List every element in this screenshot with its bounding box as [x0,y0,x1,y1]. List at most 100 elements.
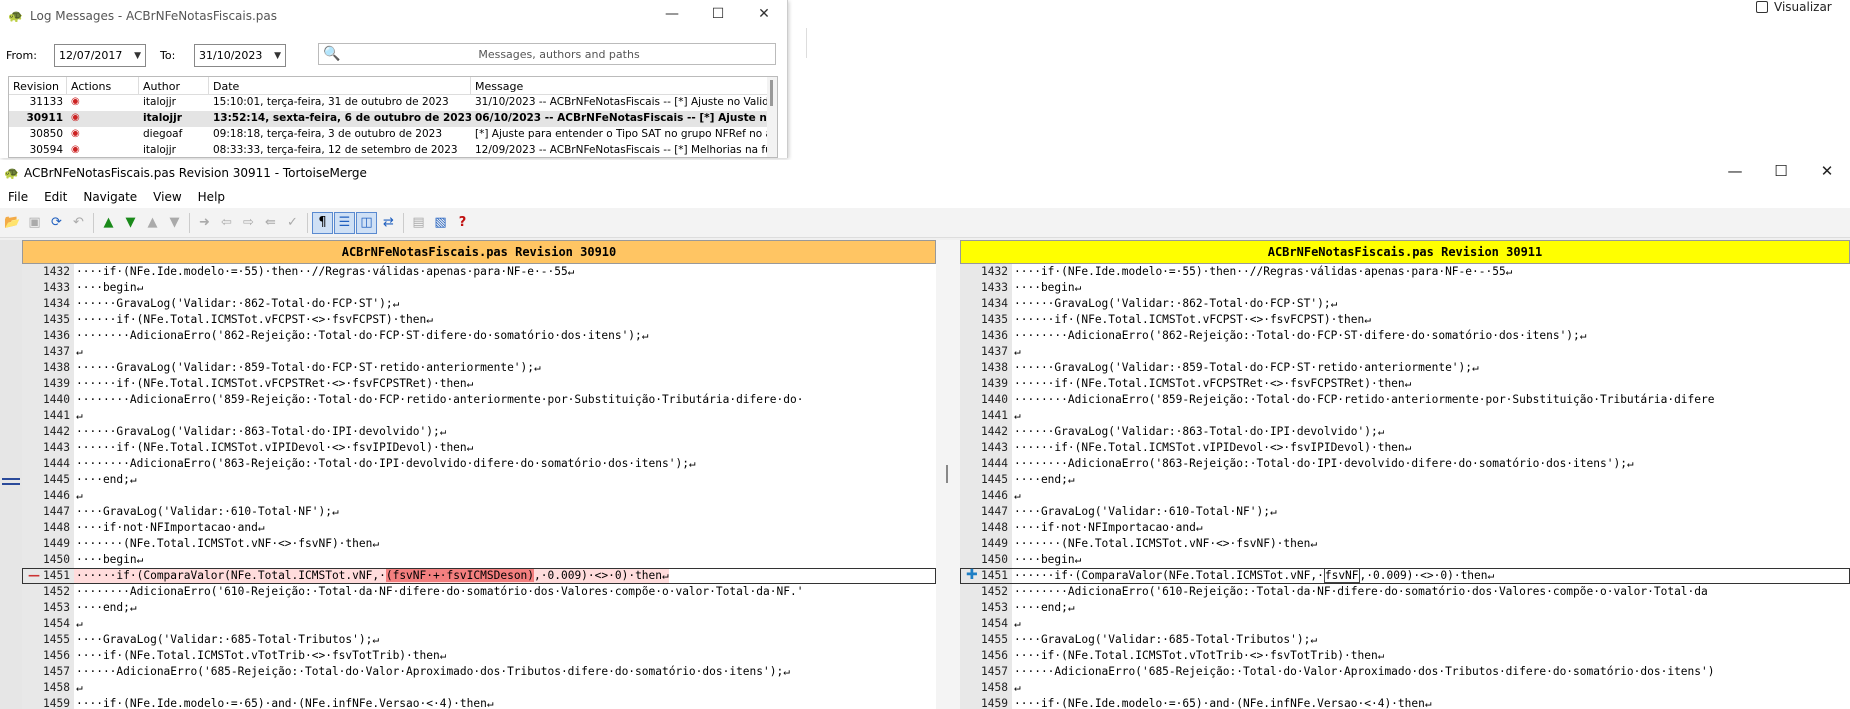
minimize-icon[interactable]: — [1712,162,1758,180]
to-date-picker[interactable]: 31/10/2023 ▼ [194,44,286,67]
use-mine-icon[interactable]: ⇦ [216,212,237,234]
code-line[interactable]: 1433 ····begin↵ [22,280,936,296]
code-line[interactable]: 1445 ····end;↵ [22,472,936,488]
menu-view[interactable]: View [145,190,189,204]
reload-icon[interactable]: ⟳ [46,212,67,234]
chevron-down-icon[interactable]: ▼ [134,51,141,61]
code-line[interactable]: 1432 ····if·(NFe.Ide.modelo·=·55)·then··/… [22,264,936,280]
search-input[interactable]: 🔍 Messages, authors and paths [318,43,776,65]
close-icon[interactable]: ✕ [741,6,787,22]
scrollbar-thumb[interactable] [770,80,773,106]
close-icon[interactable]: ✕ [1804,162,1850,180]
undo-icon[interactable]: ↶ [68,212,89,234]
switch-sides-icon[interactable]: ⇄ [378,212,399,234]
previous-difference-icon[interactable]: ▲ [98,212,119,234]
left-code-view[interactable]: 1432 ····if·(NFe.Ide.modelo·=·55)·then··/… [22,264,936,709]
splitter-grip[interactable] [946,465,948,483]
code-line[interactable]: 1434 ······GravaLog('Validar:·862-Total·d… [960,296,1850,312]
code-line[interactable]: 1457 ······AdicionaErro('685-Rejeição:·To… [960,664,1850,680]
column-header-date[interactable]: Date [209,77,471,94]
menu-navigate[interactable]: Navigate [75,190,145,204]
code-line[interactable]: 1454 ↵ [960,616,1850,632]
code-line[interactable]: 1453 ····end;↵ [960,600,1850,616]
code-line[interactable]: 1438 ······GravaLog('Validar:·859-Total·d… [960,360,1850,376]
code-line[interactable]: 1445 ····end;↵ [960,472,1850,488]
code-line-changed[interactable]: 1451 ······if·(ComparaValor(NFe.Total.ICM… [960,568,1850,584]
table-row[interactable]: 30594 ◉ italojjr 08:33:33, terça-feira, … [9,143,777,157]
visualizar-checkbox-icon[interactable] [1756,1,1768,13]
code-line[interactable]: 1439 ······if·(NFe.Total.ICMSTot.vFCPSTRe… [22,376,936,392]
previous-conflict-icon[interactable]: ▲ [142,212,163,234]
minimize-icon[interactable]: — [649,6,695,22]
code-line[interactable]: 1452 ········AdicionaErro('610-Rejeição:·… [22,584,936,600]
code-line[interactable]: 1447 ····GravaLog('Validar:·610-Total·NF'… [960,504,1850,520]
column-header-revision[interactable]: Revision [9,77,67,94]
code-line[interactable]: 1457 ······AdicionaErro('685-Rejeição:·To… [22,664,936,680]
table-row[interactable]: 31133 ◉ italojjr 15:10:01, terça-feira, … [9,95,777,111]
code-line[interactable]: 1455 ····GravaLog('Validar:·685-Total·Tri… [960,632,1850,648]
code-line[interactable]: 1444 ········AdicionaErro('863-Rejeição:·… [960,456,1850,472]
inline-diff-icon[interactable]: ☰ [334,211,355,234]
menu-file[interactable]: File [0,190,36,204]
column-header-actions[interactable]: Actions [67,77,139,94]
chevron-down-icon[interactable]: ▼ [274,51,281,61]
show-whitespace-icon[interactable]: ¶ [312,211,333,234]
code-line[interactable]: 1458 ↵ [22,680,936,696]
code-line[interactable]: 1444 ········AdicionaErro('863-Rejeição:·… [22,456,936,472]
table-row-selected[interactable]: 30911 ◉ italojjr 13:52:14, sexta-feira, … [9,111,777,127]
menu-help[interactable]: Help [190,190,233,204]
code-line[interactable]: 1440 ········AdicionaErro('859-Rejeição:·… [22,392,936,408]
code-line[interactable]: 1447 ····GravaLog('Validar:·610-Total·NF'… [22,504,936,520]
code-line[interactable]: 1459 ····if·(NFe.Ide.modelo·=·65)·and·(NF… [960,696,1850,709]
settings-icon[interactable]: ▧ [430,212,451,234]
code-line[interactable]: 1442 ······GravaLog('Validar:·863-Total·d… [22,424,936,440]
table-row[interactable]: 30850 ◉ diegoaf 09:18:18, terça-feira, 3… [9,127,777,143]
code-line[interactable]: 1450 ····begin↵ [960,552,1850,568]
mark-resolved-icon[interactable]: ✓ [282,212,303,234]
code-line[interactable]: 1446 ↵ [22,488,936,504]
use-mine-before-theirs-icon[interactable]: ⇚ [260,212,281,234]
revision-list-scrollbar[interactable] [767,77,777,157]
code-line[interactable]: 1458 ↵ [960,680,1850,696]
code-line[interactable]: 1449 ·······(NFe.Total.ICMSTot.vNF·<>·fsv… [22,536,936,552]
open-folder-icon[interactable]: 📂 [2,212,23,234]
code-line[interactable]: 1437 ↵ [22,344,936,360]
save-icon[interactable]: ▣ [24,212,45,234]
code-line[interactable]: 1434 ······GravaLog('Validar:·862-Total·d… [22,296,936,312]
code-line[interactable]: 1449 ·······(NFe.Total.ICMSTot.vNF·<>·fsv… [960,536,1850,552]
right-code-view[interactable]: 1432 ····if·(NFe.Ide.modelo·=·55)·then··/… [960,264,1850,709]
code-line[interactable]: 1435 ······if·(NFe.Total.ICMSTot.vFCPST·<… [960,312,1850,328]
menu-edit[interactable]: Edit [36,190,75,204]
visualizar-option[interactable]: Visualizar [1756,0,1832,14]
use-theirs-before-mine-icon[interactable]: ⇨ [238,212,259,234]
code-line[interactable]: 1459 ····if·(NFe.Ide.modelo·=·65)·and·(NF… [22,696,936,709]
code-line[interactable]: 1439 ······if·(NFe.Total.ICMSTot.vFCPSTRe… [960,376,1850,392]
code-line[interactable]: 1440 ········AdicionaErro('859-Rejeição:·… [960,392,1850,408]
code-line[interactable]: 1441 ↵ [960,408,1850,424]
code-line[interactable]: 1455 ····GravaLog('Validar:·685-Total·Tri… [22,632,936,648]
code-line[interactable]: 1452 ········AdicionaErro('610-Rejeição:·… [960,584,1850,600]
side-by-side-icon[interactable]: ◫ [356,211,377,234]
code-line[interactable]: 1453 ····end;↵ [22,600,936,616]
code-line[interactable]: 1446 ↵ [960,488,1850,504]
maximize-icon[interactable]: ☐ [695,6,741,22]
code-line[interactable]: 1436 ········AdicionaErro('862-Rejeição:·… [960,328,1850,344]
code-line[interactable]: 1443 ······if·(NFe.Total.ICMSTot.vIPIDevo… [22,440,936,456]
code-line[interactable]: 1432 ····if·(NFe.Ide.modelo·=·55)·then··/… [960,264,1850,280]
from-date-picker[interactable]: 12/07/2017 ▼ [54,44,146,67]
left-diff-pane[interactable]: ACBrNFeNotasFiscais.pas Revision 30910 1… [22,240,936,709]
maximize-icon[interactable]: ☐ [1758,162,1804,180]
code-line[interactable]: 1450 ····begin↵ [22,552,936,568]
code-line[interactable]: 1448 ····if·not·NFImportacao·and↵ [22,520,936,536]
code-line[interactable]: 1448 ····if·not·NFImportacao·and↵ [960,520,1850,536]
create-patch-icon[interactable]: ▤ [408,212,429,234]
right-diff-pane[interactable]: ACBrNFeNotasFiscais.pas Revision 30911 1… [960,240,1850,709]
column-header-author[interactable]: Author [139,77,209,94]
code-line[interactable]: 1433 ····begin↵ [960,280,1850,296]
code-line[interactable]: 1435 ······if·(NFe.Total.ICMSTot.vFCPST·<… [22,312,936,328]
code-line[interactable]: 1437 ↵ [960,344,1850,360]
column-header-message[interactable]: Message [471,77,771,94]
code-line[interactable]: 1438 ······GravaLog('Validar:·859-Total·d… [22,360,936,376]
code-line[interactable]: 1456 ····if·(NFe.Total.ICMSTot.vTotTrib·<… [960,648,1850,664]
code-line[interactable]: 1456 ····if·(NFe.Total.ICMSTot.vTotTrib·<… [22,648,936,664]
